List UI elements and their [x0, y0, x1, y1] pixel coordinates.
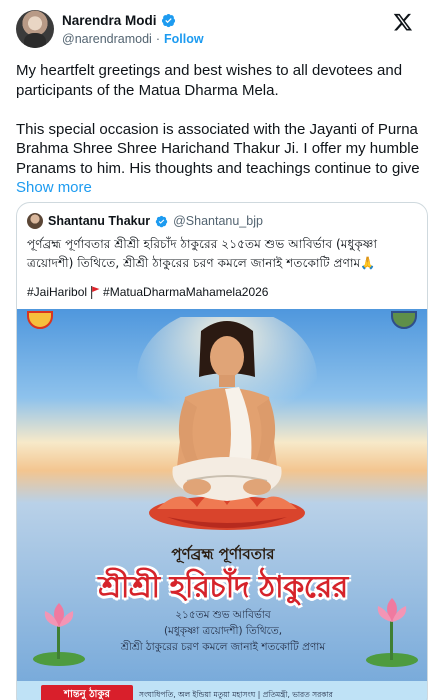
- author-name-row: Narendra Modi: [62, 13, 176, 28]
- saint-figure-illustration: [137, 317, 317, 530]
- lotus-right-icon: [366, 598, 418, 667]
- author-avatar[interactable]: [16, 10, 54, 48]
- tweet-text: My heartfelt greetings and best wishes t…: [16, 62, 420, 177]
- quoted-author-handle: @Shantanu_bjp: [173, 214, 263, 228]
- quoted-author-avatar: [27, 213, 43, 229]
- poster-name-badge: শান্তনু ঠাকুর: [41, 685, 133, 700]
- author-handle-row: @narendramodi · Follow: [62, 32, 204, 46]
- separator-dot: ·: [155, 32, 160, 46]
- quoted-tweet-hashtags: #JaiHaribol #MatuaDharmaMahamela2026: [27, 285, 268, 299]
- poster-footer-text: সংঘাধিপতি, অল ইন্ডিয়া মতুয়া মহাসংঘ | প…: [139, 690, 333, 699]
- quoted-tweet-text: পূর্ণব্রহ্ম পূর্ণাবতার শ্রীশ্রী হরিচাঁদ …: [27, 237, 378, 270]
- red-flag-icon: [91, 285, 100, 299]
- tweet-body: My heartfelt greetings and best wishes t…: [16, 61, 421, 198]
- tweet-header: Narendra Modi @narendramodi · Follow: [16, 10, 413, 50]
- quoted-tweet-header: Shantanu Thakur @Shantanu_bjp: [27, 213, 263, 229]
- right-emblem: [391, 311, 417, 329]
- x-logo-icon[interactable]: [393, 12, 413, 32]
- hashtag-matua-mahamela[interactable]: #MatuaDharmaMahamela2026: [103, 285, 268, 299]
- author-name[interactable]: Narendra Modi: [62, 13, 157, 28]
- show-more-link[interactable]: Show more: [16, 179, 92, 196]
- verified-badge-icon: [155, 215, 168, 227]
- verified-badge-icon: [161, 13, 175, 28]
- quoted-tweet-image[interactable]: পূর্ণব্রহ্ম পূর্ণাবতার শ্রীশ্রী হরিচাঁদ …: [17, 309, 427, 700]
- quoted-author-name: Shantanu Thakur: [48, 214, 151, 228]
- follow-button[interactable]: Follow: [164, 32, 204, 46]
- lotus-left-icon: [33, 603, 85, 666]
- hashtag-jaiharibol[interactable]: #JaiHaribol: [27, 285, 87, 299]
- poster-footer-bar: শান্তনু ঠাকুর সংঘাধিপতি, অল ইন্ডিয়া মতু…: [17, 681, 427, 700]
- left-emblem: [27, 311, 53, 329]
- quoted-tweet[interactable]: Shantanu Thakur @Shantanu_bjp পূর্ণব্রহ্…: [16, 202, 428, 700]
- author-handle[interactable]: @narendramodi: [62, 32, 152, 46]
